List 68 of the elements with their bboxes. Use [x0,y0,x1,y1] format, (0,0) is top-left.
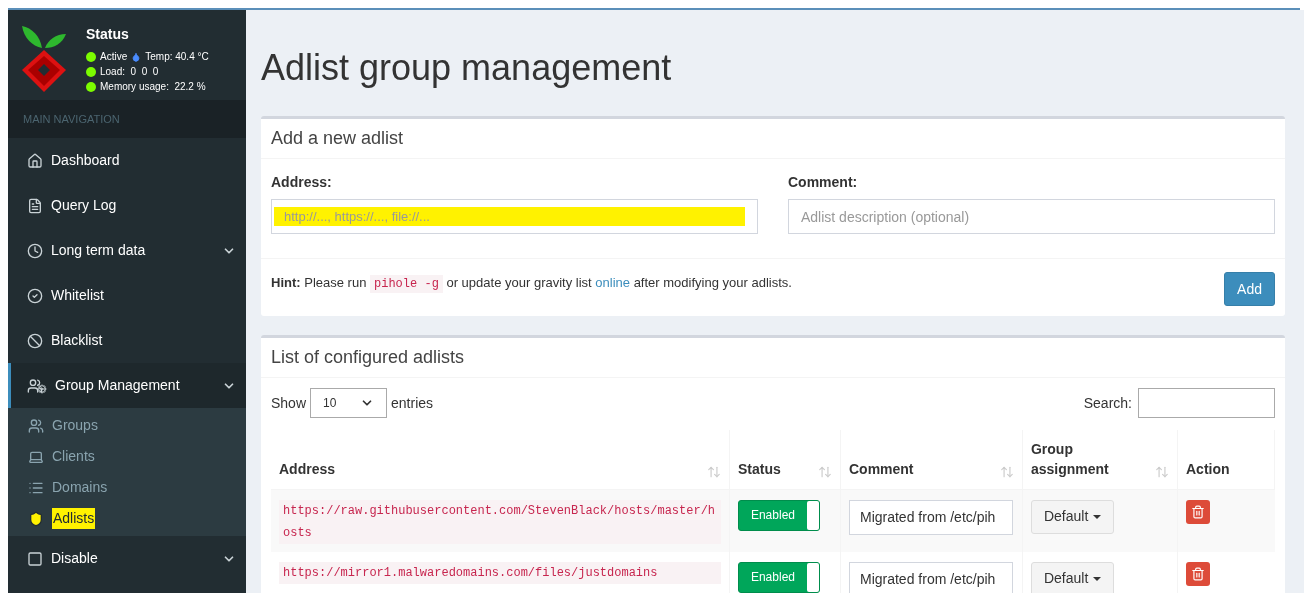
delete-button[interactable] [1186,499,1210,524]
temperature-text: Temp: 40.4 °C [145,50,209,64]
search-field[interactable] [1138,388,1275,418]
clock-icon [27,242,43,259]
add-button[interactable]: Add [1224,272,1275,306]
nav-label: Query Log [51,196,118,215]
status-title: Status [86,25,130,44]
field-label: Comment: [788,173,859,192]
nav-label: Dashboard [51,151,121,170]
users-gear-icon [27,377,47,394]
shield-icon [28,510,44,527]
nav-item[interactable]: Query Log [8,183,246,228]
delete-button[interactable] [1186,561,1210,586]
status-text: Memory usage: 22.2 % [100,80,206,94]
card-title: Add a new adlist [271,127,404,150]
square-icon [27,550,43,567]
status-text: Load: 0 0 0 [100,65,159,79]
column-header[interactable]: Address [279,458,359,479]
page-size-select[interactable]: 10 [310,388,388,418]
entries-label: entries [391,393,434,413]
sort-icon[interactable] [706,464,721,479]
nav-item[interactable]: Whitelist [8,273,246,318]
field-label: Address: [271,173,333,192]
nav-label: Disable [51,549,99,568]
trash-icon [1191,504,1205,519]
ban-icon [27,332,43,349]
sort-icon[interactable] [999,464,1014,479]
nav-subitem[interactable]: Adlists [52,508,96,529]
column-header[interactable]: Status [737,458,818,479]
comment-field[interactable]: Adlist description (optional) [788,199,1275,234]
trash-icon [1191,566,1205,581]
comment-input[interactable]: Migrated from /etc/pih [848,499,1013,535]
column-header[interactable]: Comment [848,458,929,479]
address-field[interactable]: http://..., https://..., file://... [271,199,758,234]
nav-label: Group Management [55,376,181,395]
nav-item[interactable]: Group Management [8,363,246,408]
nav-subitem[interactable]: Domains [52,477,108,498]
nav-item[interactable]: Dashboard [8,138,246,183]
status-text: Active [100,50,128,64]
nav-label: Long term data [51,241,147,260]
column-header[interactable]: Action [1186,458,1266,479]
address-code: https://mirror1.malwaredomains.com/files/justdomains [279,561,721,584]
document-icon [27,197,43,214]
search-label: Search: [1083,393,1132,413]
column-header[interactable]: Group assignment [1030,438,1111,479]
nav-item[interactable]: Long term data [8,228,246,273]
nav-header: MAIN NAVIGATION [23,111,120,127]
hint-text: Hint: Please run pihole -g or update your gravity list online after modifying your adlists. [271,274,792,293]
nav-subitem[interactable]: Groups [52,415,98,436]
group-dropdown[interactable]: Default [1030,561,1115,593]
droplet-icon [131,51,142,62]
show-label: Show [271,393,307,413]
group-dropdown[interactable]: Default [1030,499,1115,534]
nav-subitem[interactable]: Clients [52,446,95,467]
home-icon [27,152,43,169]
comment-input[interactable]: Migrated from /etc/pih [848,561,1013,593]
sort-icon[interactable] [817,464,832,479]
address-code: https://raw.githubusercontent.com/StevenBlack/hosts/master/hosts [279,499,721,544]
nav-label: Whitelist [51,286,105,305]
page-title: Adlist group management [261,46,673,90]
nav-item[interactable]: Disable [8,536,246,581]
card-title: List of configured adlists [271,346,465,369]
sort-icon[interactable] [1155,464,1169,479]
nav-label: Blacklist [51,331,104,350]
check-circle-icon [27,287,43,304]
nav-item[interactable]: Blacklist [8,318,246,363]
users-icon [28,417,44,434]
online-link[interactable]: online [595,275,630,290]
